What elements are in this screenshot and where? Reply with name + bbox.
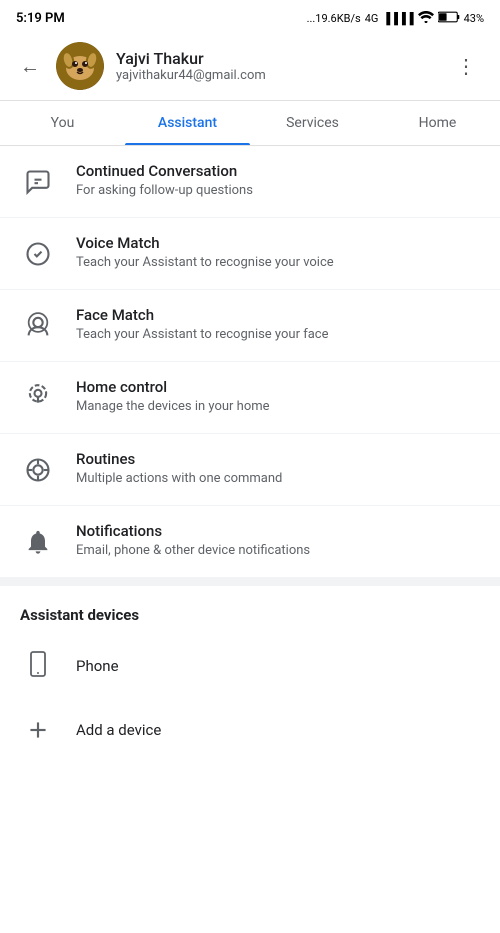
tabs-container: You Assistant Services Home <box>0 101 500 146</box>
tab-you[interactable]: You <box>0 101 125 145</box>
home-control-icon <box>20 380 56 416</box>
back-button[interactable]: ← <box>16 50 44 83</box>
face-match-desc: Teach your Assistant to recognise your f… <box>76 326 480 344</box>
routines-item[interactable]: Routines Multiple actions with one comma… <box>0 434 500 506</box>
settings-list: Continued Conversation For asking follow… <box>0 146 500 578</box>
face-match-item[interactable]: Face Match Teach your Assistant to recog… <box>0 290 500 362</box>
section-divider <box>0 578 500 586</box>
header: ← Yajvi Th <box>0 32 500 101</box>
continued-conversation-title: Continued Conversation <box>76 162 480 180</box>
user-info: Yajvi Thakur yajvithakur44@gmail.com <box>116 49 436 83</box>
assistant-devices-section: Assistant devices Phone Add a device <box>0 586 500 762</box>
add-device-title: Add a device <box>76 721 161 739</box>
home-control-item[interactable]: Home control Manage the devices in your … <box>0 362 500 434</box>
user-email: yajvithakur44@gmail.com <box>116 68 436 83</box>
status-time: 5:19 PM <box>16 11 65 26</box>
user-name: Yajvi Thakur <box>116 49 436 68</box>
avatar <box>56 42 104 90</box>
routines-desc: Multiple actions with one command <box>76 470 480 488</box>
continued-conversation-text: Continued Conversation For asking follow… <box>76 162 480 200</box>
routines-text: Routines Multiple actions with one comma… <box>76 450 480 488</box>
phone-device-title: Phone <box>76 657 119 675</box>
more-options-button[interactable]: ⋮ <box>448 50 484 82</box>
voice-match-text: Voice Match Teach your Assistant to reco… <box>76 234 480 272</box>
chat-icon <box>20 164 56 200</box>
notifications-item[interactable]: Notifications Email, phone & other devic… <box>0 506 500 578</box>
facematch-icon <box>20 308 56 344</box>
network-speed: ...19.6KB/s <box>307 12 361 25</box>
home-control-text: Home control Manage the devices in your … <box>76 378 480 416</box>
battery-icon <box>438 11 460 26</box>
phone-device-item[interactable]: Phone <box>0 634 500 698</box>
notifications-text: Notifications Email, phone & other devic… <box>76 522 480 560</box>
voicematch-icon <box>20 236 56 272</box>
tab-home[interactable]: Home <box>375 101 500 145</box>
battery-percent: 43% <box>464 12 484 25</box>
assistant-devices-title: Assistant devices <box>0 586 500 634</box>
phone-icon <box>20 648 56 684</box>
continued-conversation-item[interactable]: Continued Conversation For asking follow… <box>0 146 500 218</box>
face-match-text: Face Match Teach your Assistant to recog… <box>76 306 480 344</box>
avatar-image <box>56 42 104 90</box>
voice-match-item[interactable]: Voice Match Teach your Assistant to reco… <box>0 218 500 290</box>
plus-icon <box>20 712 56 748</box>
signal-icon: ▐▐▐▐ <box>382 12 413 25</box>
wifi-icon <box>418 11 434 26</box>
status-bar: 5:19 PM ...19.6KB/s 4G ▐▐▐▐ 43% <box>0 0 500 32</box>
bell-icon <box>20 524 56 560</box>
home-control-title: Home control <box>76 378 480 396</box>
notifications-desc: Email, phone & other device notification… <box>76 542 480 560</box>
tab-services[interactable]: Services <box>250 101 375 145</box>
continued-conversation-desc: For asking follow-up questions <box>76 182 480 200</box>
status-icons: ...19.6KB/s 4G ▐▐▐▐ 43% <box>307 11 484 26</box>
home-control-desc: Manage the devices in your home <box>76 398 480 416</box>
notifications-title: Notifications <box>76 522 480 540</box>
routines-title: Routines <box>76 450 480 468</box>
tab-assistant[interactable]: Assistant <box>125 101 250 145</box>
routines-icon <box>20 452 56 488</box>
voice-match-title: Voice Match <box>76 234 480 252</box>
network-type-icon: 4G <box>365 12 379 25</box>
add-device-item[interactable]: Add a device <box>0 698 500 762</box>
face-match-title: Face Match <box>76 306 480 324</box>
voice-match-desc: Teach your Assistant to recognise your v… <box>76 254 480 272</box>
